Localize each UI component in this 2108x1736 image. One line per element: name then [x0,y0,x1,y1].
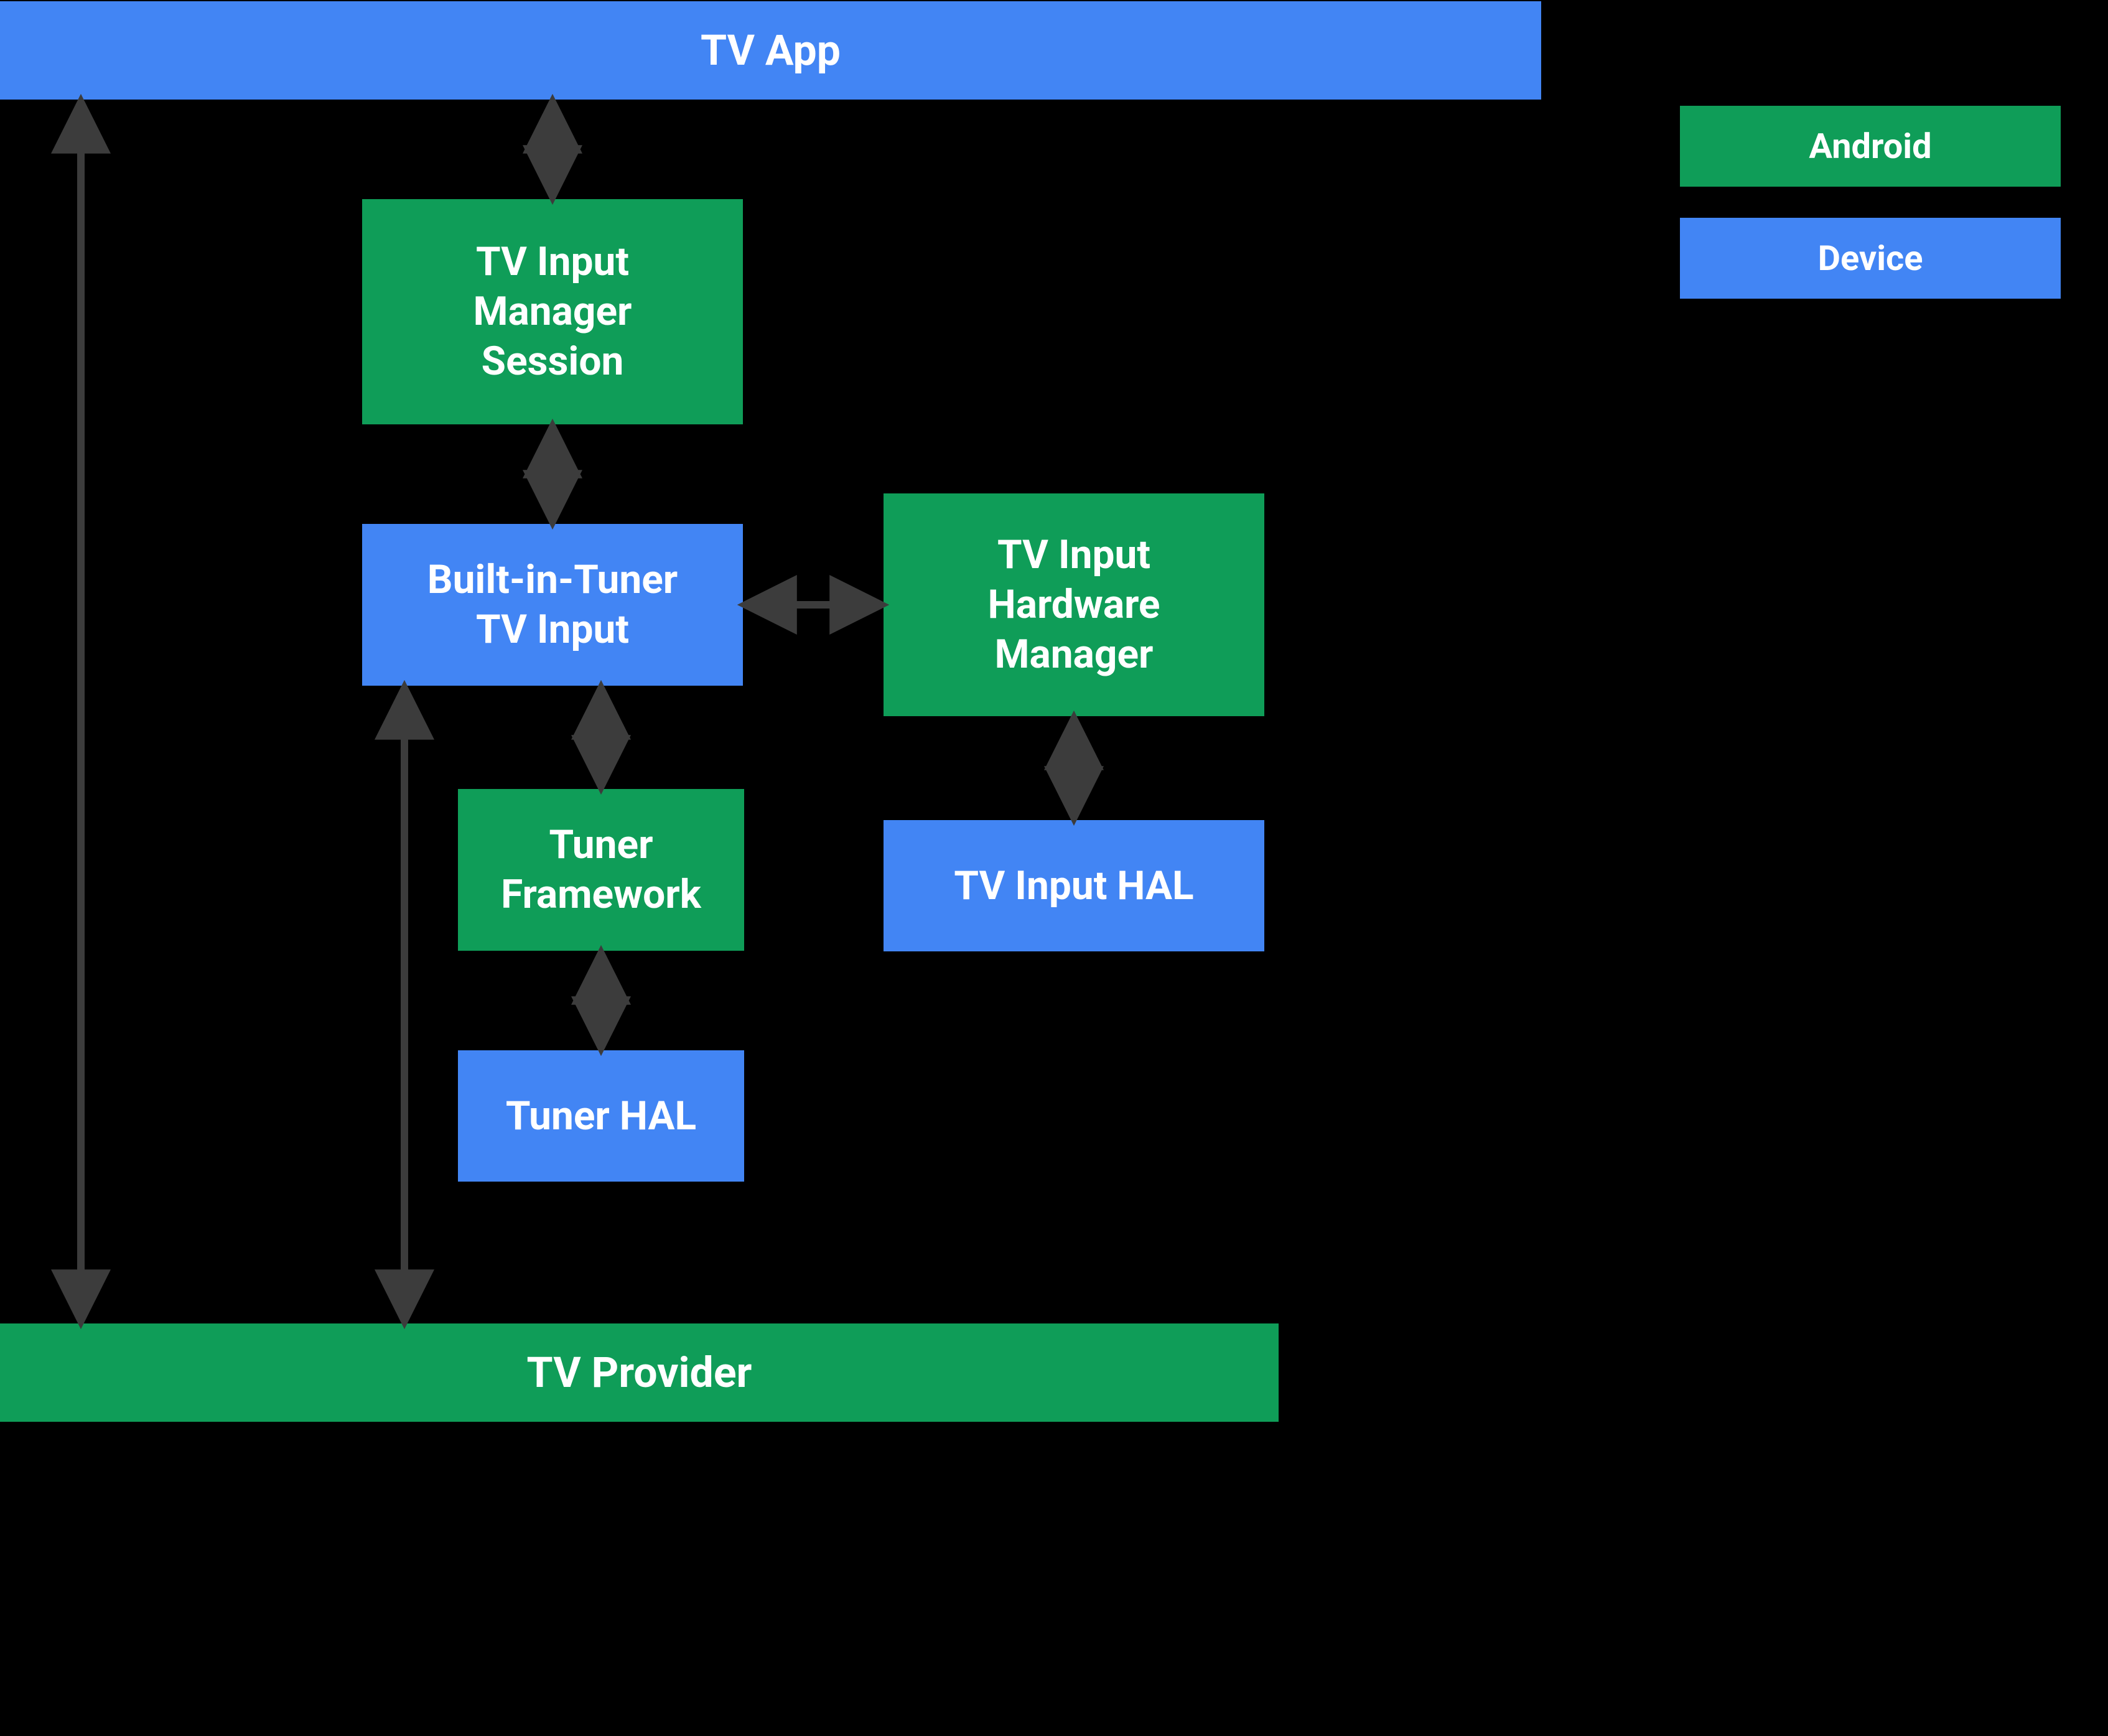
box-tv-provider: TV Provider [0,1323,1279,1422]
arrow-hardware-manager-to-input-hal [1061,716,1086,820]
box-built-in-tuner-tv-input: Built-in-TunerTV Input [362,524,743,686]
arrow-builtin-tuner-to-hardware-manager [743,592,884,617]
arrow-tuner-framework-to-tuner-hal [589,951,613,1050]
arrow-tv-app-to-manager-session [540,100,565,199]
box-tv-input-manager-session: TV InputManagerSession [362,199,743,424]
box-tv-input-hal: TV Input HAL [884,820,1264,951]
box-tuner-framework: TunerFramework [458,789,744,951]
arrow-builtin-tuner-to-tv-provider [392,686,417,1323]
box-tv-input-hardware-manager: TV InputHardwareManager [884,493,1264,716]
box-tuner-hal: Tuner HAL [458,1050,744,1182]
box-tv-app: TV App [0,1,1541,100]
arrow-tv-app-to-tv-provider [68,100,93,1323]
arrow-builtin-tuner-to-tuner-framework [589,686,613,789]
legend-device: Device [1680,218,2061,299]
arrow-manager-session-to-builtin-tuner [540,424,565,524]
legend-android: Android [1680,106,2061,187]
